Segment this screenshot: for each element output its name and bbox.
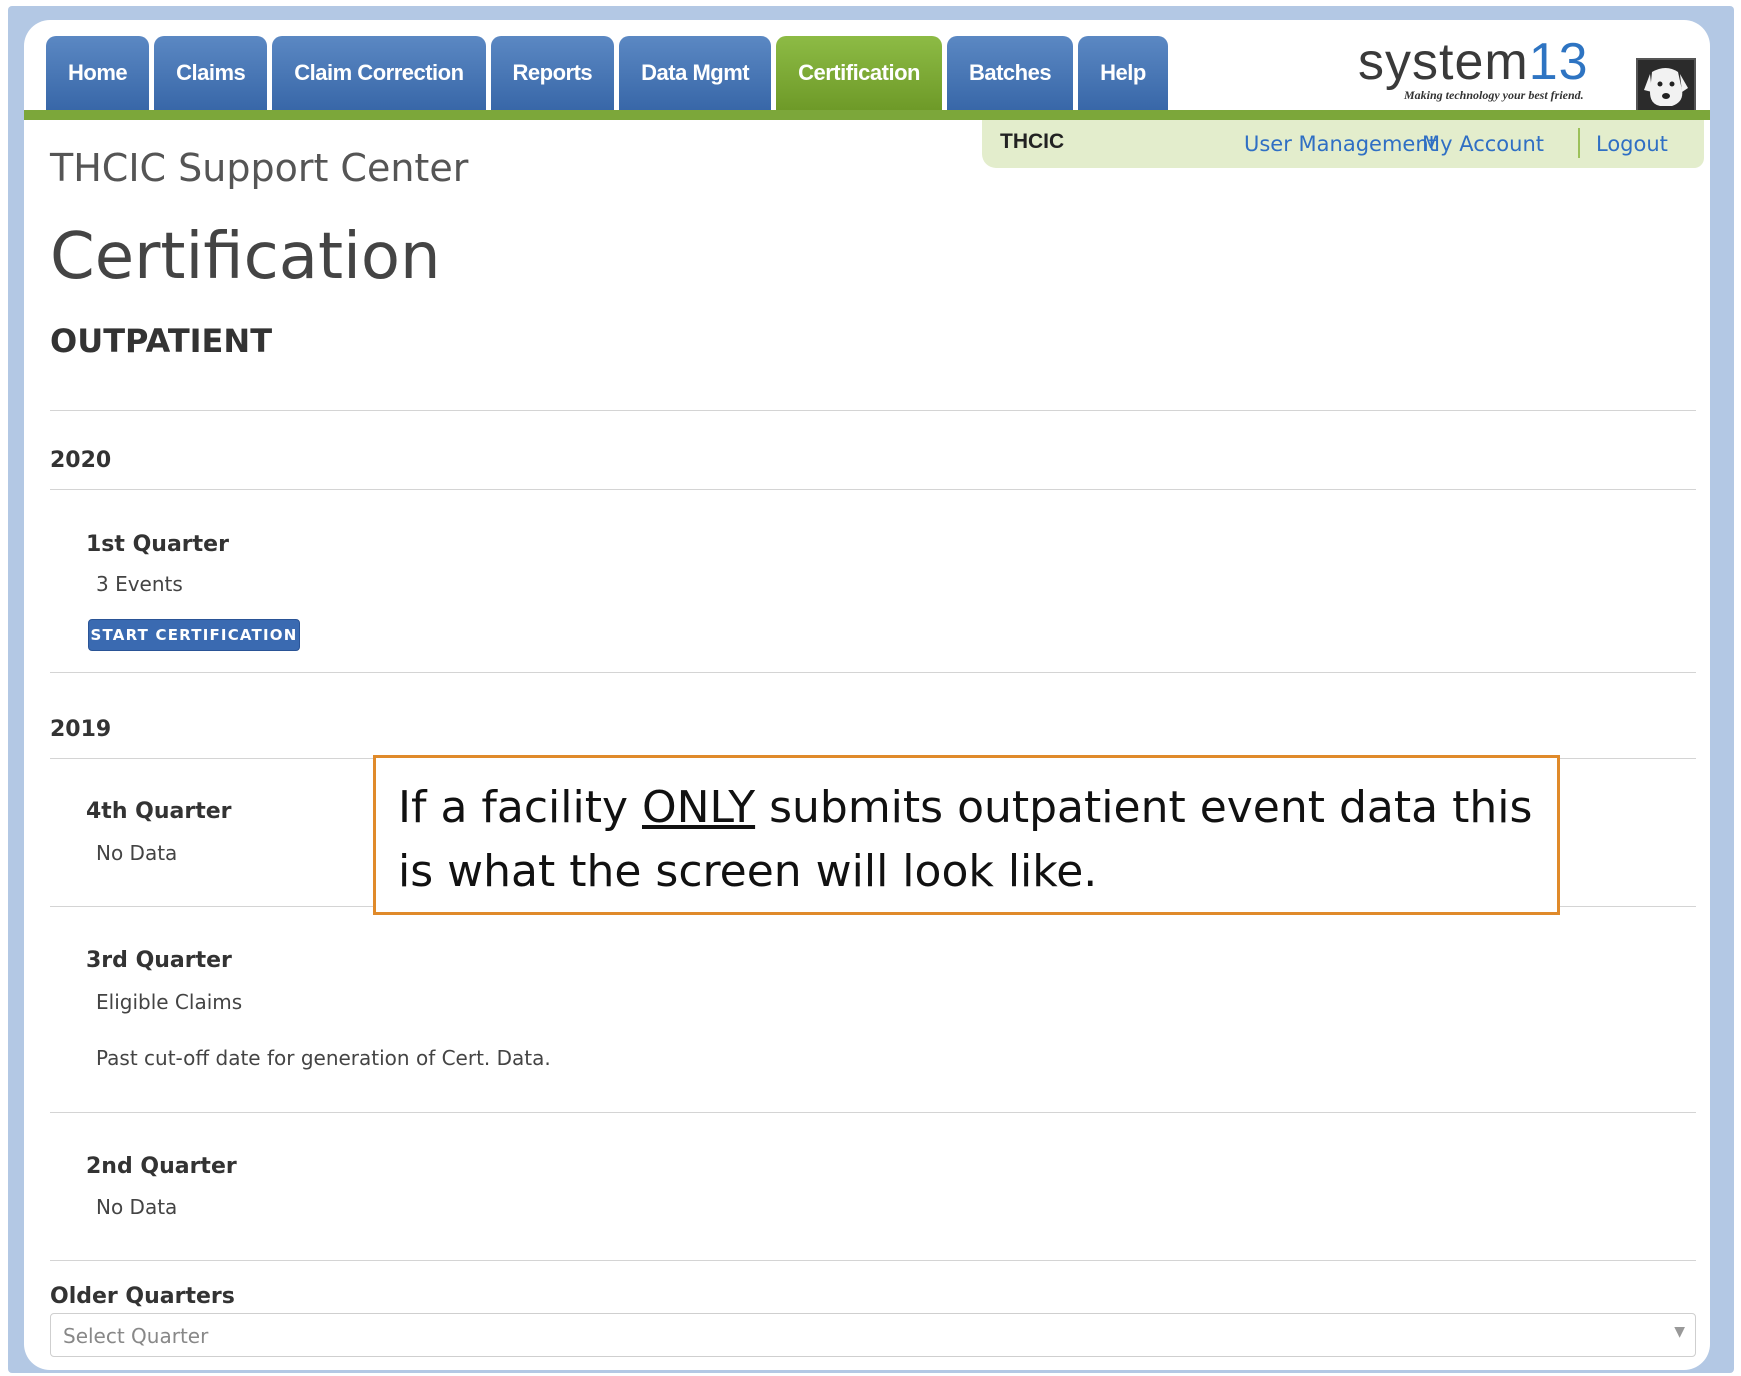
quarter-detail: No Data bbox=[96, 841, 178, 865]
quarter-detail: No Data bbox=[96, 1195, 178, 1219]
quarter-name: 3rd Quarter bbox=[86, 948, 232, 973]
quarter-name: 4th Quarter bbox=[86, 799, 232, 824]
page-title: Certification bbox=[50, 220, 441, 294]
tab-claims[interactable]: Claims bbox=[154, 36, 268, 110]
divider bbox=[50, 1260, 1696, 1261]
org-label: THCIC bbox=[1000, 130, 1065, 153]
tab-help[interactable]: Help bbox=[1078, 36, 1168, 110]
tab-claim-correction[interactable]: Claim Correction bbox=[272, 36, 486, 110]
older-quarters-select[interactable]: Select Quarter ▼ bbox=[50, 1313, 1696, 1357]
dropdown-arrow-icon: ▼ bbox=[1674, 1324, 1685, 1340]
older-quarters-label: Older Quarters bbox=[50, 1284, 235, 1309]
quarter-detail: Eligible Claims bbox=[96, 990, 243, 1014]
logo-tagline: Making technology your best friend. bbox=[1404, 88, 1584, 102]
divider bbox=[1578, 128, 1580, 158]
main-nav: Home Claims Claim Correction Reports Dat… bbox=[46, 36, 1168, 110]
app-panel: Home Claims Claim Correction Reports Dat… bbox=[24, 20, 1710, 1370]
quarter-name: 1st Quarter bbox=[86, 532, 229, 557]
divider bbox=[50, 410, 1696, 411]
tab-reports[interactable]: Reports bbox=[490, 36, 615, 110]
logout-link[interactable]: Logout bbox=[1596, 132, 1668, 156]
callout-text-start: If a facility bbox=[398, 782, 642, 833]
section-title: OUTPATIENT bbox=[50, 322, 273, 360]
start-certification-button[interactable]: START CERTIFICATION bbox=[88, 619, 300, 651]
quarter-note: Past cut-off date for generation of Cert… bbox=[96, 1046, 551, 1070]
year-heading-2020: 2020 bbox=[50, 448, 112, 473]
user-management-link[interactable]: User Management bbox=[1244, 132, 1437, 156]
system13-logo: system13 Making technology your best fri… bbox=[1358, 33, 1708, 116]
select-placeholder: Select Quarter bbox=[63, 1324, 209, 1348]
logo-wordmark: system13 bbox=[1358, 33, 1589, 91]
callout-emphasis: ONLY bbox=[642, 782, 756, 833]
browser-frame: Home Claims Claim Correction Reports Dat… bbox=[8, 6, 1734, 1373]
nav-underline bbox=[24, 110, 1710, 120]
year-heading-2019: 2019 bbox=[50, 717, 112, 742]
divider bbox=[50, 1112, 1696, 1113]
tab-data-mgmt[interactable]: Data Mgmt bbox=[619, 36, 772, 110]
quarter-name: 2nd Quarter bbox=[86, 1154, 237, 1179]
dog-icon bbox=[1636, 58, 1696, 116]
site-title: THCIC Support Center bbox=[50, 146, 469, 190]
divider bbox=[50, 489, 1696, 490]
annotation-callout: If a facility ONLY submits outpatient ev… bbox=[373, 755, 1560, 915]
my-account-link[interactable]: My Account bbox=[1422, 132, 1544, 156]
tab-home[interactable]: Home bbox=[46, 36, 150, 110]
tab-certification[interactable]: Certification bbox=[776, 36, 942, 110]
tab-batches[interactable]: Batches bbox=[946, 36, 1074, 110]
divider bbox=[50, 672, 1696, 673]
account-bar: THCIC User Management My Account Logout bbox=[982, 120, 1704, 168]
quarter-detail: 3 Events bbox=[96, 572, 183, 596]
